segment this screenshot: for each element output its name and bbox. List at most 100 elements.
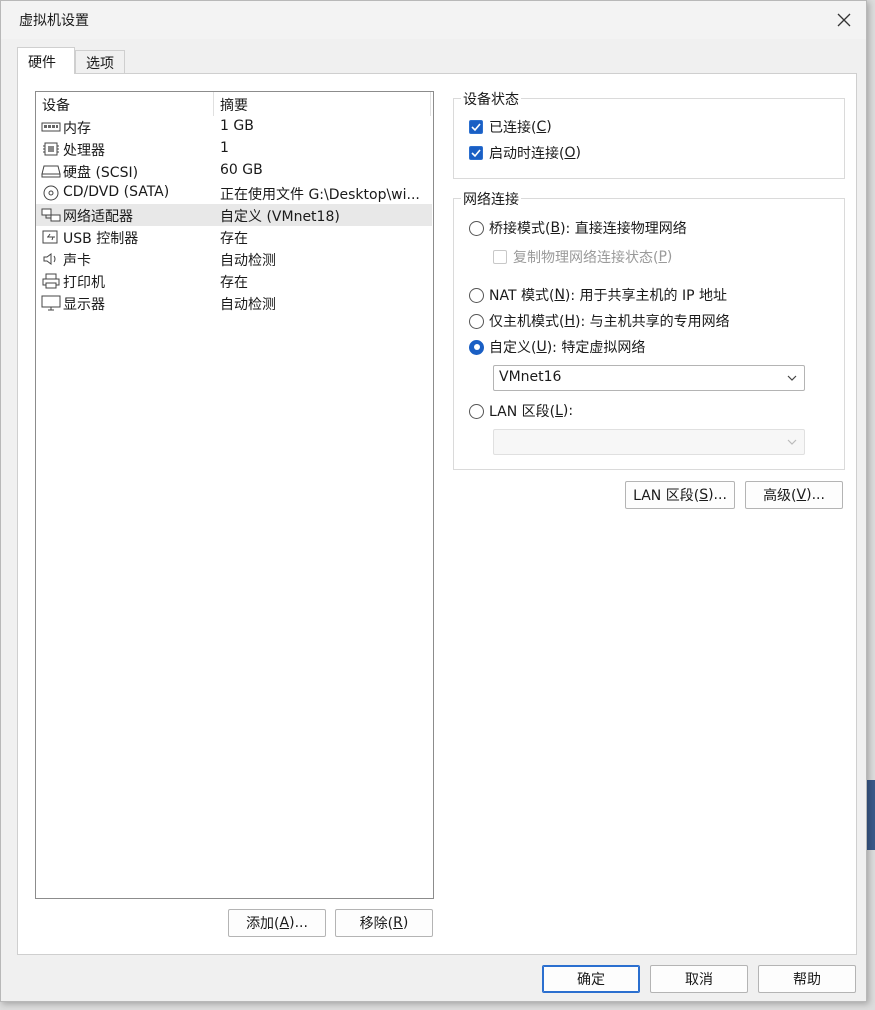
device-summary: 自定义 (VMnet18): [220, 209, 340, 225]
device-summary: 存在: [220, 231, 248, 247]
device-name: USB 控制器: [63, 231, 139, 247]
window-title: 虚拟机设置: [19, 13, 89, 29]
memory-icon: [40, 118, 62, 136]
remove-button-label: 移除(: [359, 916, 394, 932]
radio-icon: [469, 403, 484, 419]
advanced-button[interactable]: 高级(V)...: [745, 481, 843, 509]
radio-icon: [469, 313, 484, 329]
column-device[interactable]: 设备: [42, 95, 70, 115]
lan-segment-tail: ):: [562, 403, 574, 419]
checkbox-checked-icon: [469, 146, 483, 160]
device-row-hard-disk[interactable]: 硬盘 (SCSI) 60 GB: [36, 160, 432, 182]
cd-dvd-icon: [40, 184, 62, 202]
device-summary: 存在: [220, 275, 248, 291]
nat-label: NAT 模式(: [489, 288, 555, 304]
lan-segments-button[interactable]: LAN 区段(S)...: [625, 481, 735, 509]
device-status-legend: 设备状态: [461, 89, 521, 109]
device-summary: 正在使用文件 G:\Desktop\wi...: [220, 187, 420, 203]
device-row-usb[interactable]: USB 控制器 存在: [36, 226, 432, 248]
title-bar: 虚拟机设置: [1, 1, 866, 39]
device-row-printer[interactable]: 打印机 存在: [36, 270, 432, 292]
add-device-button[interactable]: 添加(A)...: [228, 909, 326, 937]
advanced-button-key: V: [796, 487, 807, 503]
remove-device-button[interactable]: 移除(R): [335, 909, 433, 937]
host-only-key: H: [564, 313, 575, 329]
device-name: 声卡: [63, 253, 91, 269]
replicate-key: P: [658, 249, 667, 265]
display-icon: [40, 294, 62, 312]
bridged-key: B: [550, 220, 561, 236]
lan-segment-radio[interactable]: LAN 区段(L):: [469, 401, 573, 421]
add-button-label: 添加(: [246, 916, 280, 932]
lan-segment-label: LAN 区段(: [489, 404, 556, 420]
nat-tail: ): 用于共享主机的 IP 地址: [564, 288, 728, 304]
device-name: 打印机: [63, 275, 105, 291]
device-name: 显示器: [63, 297, 105, 313]
device-row-sound-card[interactable]: 声卡 自动检测: [36, 248, 432, 270]
connected-label: 已连接(: [489, 120, 537, 136]
device-name: 网络适配器: [63, 209, 133, 225]
advanced-button-tail: )...: [806, 487, 825, 503]
device-list: 设备 摘要 内存 1 GB 处理器 1 硬盘 (SCSI) 60 GB CD/D…: [35, 91, 434, 899]
device-status-group: 设备状态 已连接(C) 启动时连接(O): [453, 89, 845, 179]
add-button-key: A: [279, 915, 290, 931]
tab-hardware[interactable]: 硬件: [17, 47, 75, 74]
nat-radio[interactable]: NAT 模式(N): 用于共享主机的 IP 地址: [469, 285, 727, 305]
vm-settings-dialog: 虚拟机设置 硬件 选项 设备 摘要 内存 1 GB 处理器 1 硬盘 (SCSI…: [0, 0, 867, 1002]
device-summary: 60 GB: [220, 162, 263, 178]
host-only-radio[interactable]: 仅主机模式(H): 与主机共享的专用网络: [469, 311, 730, 331]
hard-disk-icon: [40, 162, 62, 180]
add-button-tail: )...: [289, 915, 308, 931]
radio-icon: [469, 287, 484, 303]
bridged-label: 桥接模式(: [489, 221, 551, 237]
device-name: 处理器: [63, 143, 105, 159]
ok-button[interactable]: 确定: [542, 965, 640, 993]
device-row-processor[interactable]: 处理器 1: [36, 138, 432, 160]
device-summary: 自动检测: [220, 253, 276, 269]
radio-selected-icon: [469, 339, 484, 355]
bridged-tail: ): 直接连接物理网络: [560, 221, 687, 237]
close-icon: [837, 13, 851, 27]
device-row-network-adapter[interactable]: 网络适配器 自定义 (VMnet18): [36, 204, 432, 226]
printer-icon: [40, 272, 62, 290]
tab-options[interactable]: 选项: [75, 50, 125, 73]
connect-at-power-on-label: 启动时连接(: [489, 146, 565, 162]
replicate-physical-state-checkbox[interactable]: 复制物理网络连接状态(P): [493, 247, 672, 267]
close-button[interactable]: [828, 5, 860, 35]
custom-radio[interactable]: 自定义(U): 特定虚拟网络: [469, 337, 645, 357]
help-button[interactable]: 帮助: [758, 965, 856, 993]
replicate-label: 复制物理网络连接状态(: [513, 250, 659, 266]
column-summary[interactable]: 摘要: [220, 95, 248, 115]
connect-at-power-on-checkbox[interactable]: 启动时连接(O): [469, 143, 581, 163]
device-summary: 自动检测: [220, 297, 276, 313]
device-name: CD/DVD (SATA): [63, 184, 170, 200]
cancel-button[interactable]: 取消: [650, 965, 748, 993]
custom-tail: ): 特定虚拟网络: [546, 340, 646, 356]
remove-button-tail: ): [402, 915, 409, 931]
connect-at-power-on-tail: ): [575, 145, 581, 161]
connected-checkbox[interactable]: 已连接(C): [469, 117, 552, 137]
replicate-tail: ): [666, 249, 673, 265]
bridged-radio[interactable]: 桥接模式(B): 直接连接物理网络: [469, 218, 687, 238]
checkbox-checked-icon: [469, 120, 483, 134]
device-row-cd-dvd[interactable]: CD/DVD (SATA) 正在使用文件 G:\Desktop\wi...: [36, 182, 432, 204]
device-row-memory[interactable]: 内存 1 GB: [36, 116, 432, 138]
hardware-panel: 设备 摘要 内存 1 GB 处理器 1 硬盘 (SCSI) 60 GB CD/D…: [17, 73, 857, 955]
sound-card-icon: [40, 250, 62, 268]
device-list-header: 设备 摘要: [36, 92, 432, 116]
device-row-display[interactable]: 显示器 自动检测: [36, 292, 432, 314]
nat-key: N: [554, 287, 565, 303]
connect-at-power-on-key: O: [564, 145, 576, 161]
device-name: 内存: [63, 121, 91, 137]
device-summary: 1: [220, 140, 229, 156]
lan-segment-key: L: [555, 403, 563, 419]
lan-segment-select[interactable]: [493, 429, 805, 455]
host-only-label: 仅主机模式(: [489, 314, 565, 330]
advanced-button-label: 高级(: [763, 488, 797, 504]
custom-network-value: VMnet16: [499, 369, 562, 385]
custom-network-select[interactable]: VMnet16: [493, 365, 805, 391]
connected-key: C: [536, 119, 547, 135]
lan-segments-button-key: S: [699, 487, 709, 503]
lan-segments-button-label: LAN 区段(: [633, 488, 700, 504]
custom-label: 自定义(: [489, 340, 537, 356]
